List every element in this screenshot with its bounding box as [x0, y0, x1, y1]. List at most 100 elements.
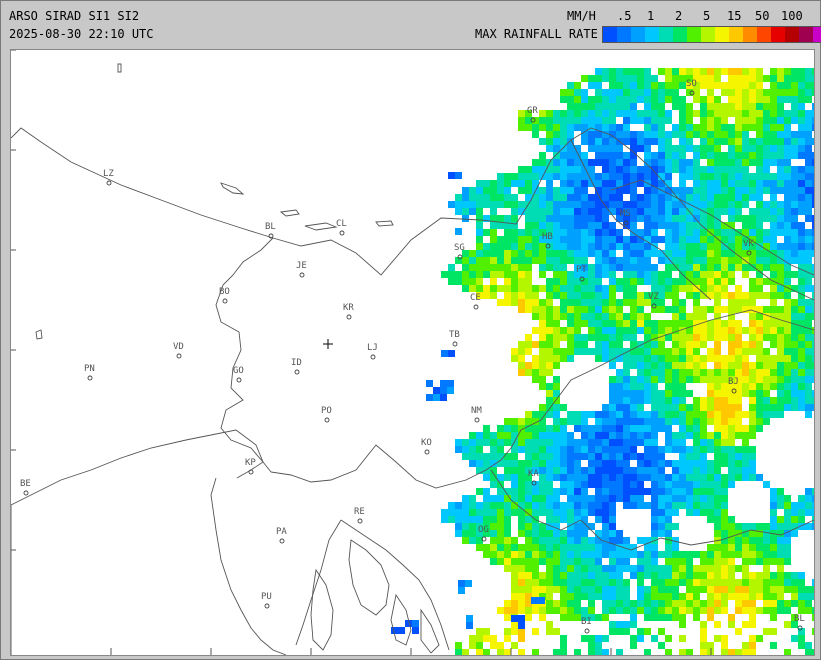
place-dot	[299, 272, 305, 278]
place-dot	[176, 353, 182, 359]
lake	[375, 220, 394, 227]
scale-tick: 2	[675, 9, 683, 23]
place-dot	[23, 490, 29, 496]
place-label: LZ	[103, 169, 114, 179]
scale-swatch	[701, 27, 715, 42]
place-label: TB	[449, 330, 460, 340]
place-label: RE	[354, 507, 365, 517]
lake	[304, 222, 338, 231]
place-dot	[106, 180, 112, 186]
product-title: ARSO SIRAD SI1 SI2	[9, 9, 140, 23]
place-dot	[370, 354, 376, 360]
place-label: PO	[321, 406, 332, 416]
place-label: KA	[528, 469, 539, 479]
place-label: PU	[261, 592, 272, 602]
place-label: CL	[336, 219, 347, 229]
scale-tick: 5	[703, 9, 711, 23]
place-label: VZ	[648, 292, 659, 302]
place-dot	[264, 603, 270, 609]
radar-window: ARSO SIRAD SI1 SI2 2025-08-30 22:10 UTC …	[0, 0, 821, 660]
radar-center-cross	[323, 339, 333, 349]
scale-swatch	[645, 27, 659, 42]
place-dot	[87, 375, 93, 381]
lake	[220, 182, 245, 195]
radar-map[interactable]: GR SO LZ BL CL HB MS VK JE SG PT BO KR CE VZ VD LJ TB PN GO…	[10, 49, 815, 656]
lake	[279, 209, 300, 217]
place-dot	[222, 298, 228, 304]
place-label: KP	[245, 458, 256, 468]
scale-swatch	[617, 27, 631, 42]
place-label: PN	[84, 364, 95, 374]
place-dot	[357, 518, 363, 524]
scale-swatch	[659, 27, 673, 42]
place-dot	[474, 417, 480, 423]
scale-swatch	[603, 27, 617, 42]
place-label: VK	[743, 239, 754, 249]
istria-east-coast	[295, 519, 342, 646]
place-label: SG	[454, 243, 465, 253]
place-dot	[339, 230, 345, 236]
place-dot	[248, 469, 254, 475]
place-label: PA	[276, 527, 287, 537]
place-label: SO	[686, 79, 697, 89]
place-label: BJ	[728, 377, 739, 387]
scale-tick: 100	[781, 9, 803, 23]
place-label: BO	[219, 287, 230, 297]
island-pag	[420, 608, 440, 654]
scale-swatch	[799, 27, 813, 42]
istria-coast	[210, 477, 287, 655]
place-dot	[236, 377, 242, 383]
rain-echoes	[391, 68, 814, 655]
place-label: VD	[173, 342, 184, 352]
place-dot	[584, 628, 590, 634]
unit-label: MM/H	[567, 9, 596, 23]
place-label: GR	[527, 106, 538, 116]
scale-tick: .5	[617, 9, 632, 23]
place-dot	[294, 369, 300, 375]
lake	[117, 63, 122, 73]
place-dot	[346, 314, 352, 320]
adriatic-coast	[11, 429, 264, 506]
place-label: CE	[470, 293, 481, 303]
place-label: GO	[233, 366, 244, 376]
scale-swatch	[771, 27, 785, 42]
place-label: JE	[296, 261, 307, 271]
timestamp: 2025-08-30 22:10 UTC	[9, 27, 154, 41]
scale-swatch	[673, 27, 687, 42]
place-label: BL	[265, 222, 276, 232]
scale-tick: 50	[755, 9, 770, 23]
place-label: KO	[421, 438, 432, 448]
place-dot	[324, 417, 330, 423]
place-label: LJ	[367, 343, 378, 353]
map-canvas: GR SO LZ BL CL HB MS VK JE SG PT BO KR CE VZ VD LJ TB PN GO…	[11, 50, 814, 655]
place-label: BI	[581, 617, 592, 627]
place-label: PT	[576, 265, 587, 275]
scale-swatch	[743, 27, 757, 42]
legend-title: MAX RAINFALL RATE	[475, 27, 598, 41]
place-label: BL	[794, 614, 805, 624]
place-dot	[424, 449, 430, 455]
place-label: BE	[20, 479, 31, 489]
place-dot	[279, 538, 285, 544]
scale-swatch	[715, 27, 729, 42]
place-label: HB	[542, 232, 553, 242]
scale-swatch	[785, 27, 799, 42]
place-label: NM	[471, 406, 482, 416]
scale-tick: 1	[647, 9, 655, 23]
color-scale-legend	[602, 26, 821, 43]
lake	[35, 329, 43, 340]
scale-swatch	[813, 27, 821, 42]
island-cres	[310, 568, 334, 651]
scale-swatch	[631, 27, 645, 42]
scale-swatch	[687, 27, 701, 42]
place-label: KR	[343, 303, 354, 313]
scale-tick: 15	[727, 9, 742, 23]
place-label: OG	[478, 525, 489, 535]
place-label: MS	[620, 209, 631, 219]
scale-swatch	[757, 27, 771, 42]
place-dot	[473, 304, 479, 310]
scale-swatch	[729, 27, 743, 42]
place-dot	[452, 341, 458, 347]
island-krk	[348, 539, 390, 616]
place-label: ID	[291, 358, 302, 368]
